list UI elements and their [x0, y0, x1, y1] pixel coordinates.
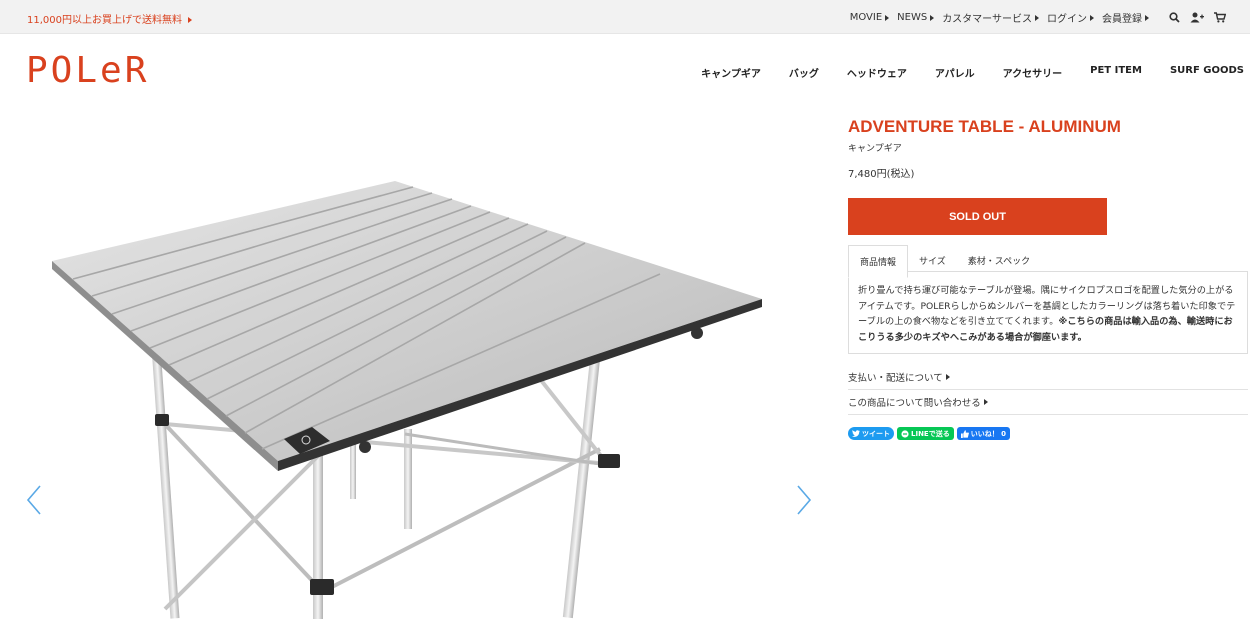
movie-link[interactable]: MOVIE	[850, 12, 890, 23]
nav-camp-gear[interactable]: キャンプギア	[701, 65, 761, 80]
poler-logo[interactable]: POLeR	[26, 50, 149, 91]
product-gallery	[0, 109, 840, 619]
nav-apparel[interactable]: アパレル	[935, 65, 975, 80]
nav-pet-item[interactable]: PET ITEM	[1090, 65, 1142, 80]
product-price: 7,480円(税込)	[848, 169, 915, 180]
nav-accessory[interactable]: アクセサリー	[1003, 65, 1063, 80]
tab-product-info[interactable]: 商品情報	[848, 245, 909, 278]
search-icon[interactable]	[1169, 12, 1180, 23]
register-link[interactable]: 会員登録	[1102, 10, 1149, 25]
top-bar: 11,000円以上お買上げで送料無料 MOVIE NEWS カスタマーサービス …	[0, 0, 1250, 34]
utility-nav: MOVIE NEWS カスタマーサービス ログイン 会員登録	[850, 10, 1226, 25]
caret-right-icon	[885, 14, 890, 21]
caret-right-icon	[930, 14, 935, 21]
caret-right-icon	[945, 374, 950, 380]
social-share: ツイート LINEで送る いいね！ 0	[848, 427, 1011, 440]
line-icon	[901, 429, 909, 438]
thumbs-up-icon	[960, 429, 969, 438]
caret-right-icon	[1145, 14, 1149, 21]
product-title: ADVENTURE TABLE - ALUMINUM	[848, 117, 1121, 136]
facebook-like-button[interactable]: いいね！ 0	[956, 427, 1011, 440]
tab-content: 折り畳んで持ち運び可能なテーブルが登場。隅にサイクロプスロゴを配置した気分の上が…	[848, 271, 1248, 354]
product-category[interactable]: キャンプギア	[848, 141, 902, 154]
caret-right-icon	[1035, 14, 1039, 21]
product-image	[52, 181, 762, 619]
tweet-button[interactable]: ツイート	[848, 427, 894, 440]
info-links: 支払い・配送について この商品について問い合わせる	[848, 365, 1248, 415]
line-share-button[interactable]: LINEで送る	[897, 427, 954, 440]
cart-icon[interactable]	[1214, 12, 1226, 23]
caret-right-icon	[188, 17, 193, 23]
twitter-bird-icon	[852, 430, 860, 437]
user-add-icon[interactable]	[1190, 12, 1204, 23]
prev-image-arrow-icon[interactable]	[26, 484, 42, 516]
customer-service-link[interactable]: カスタマーサービス	[942, 10, 1039, 25]
caret-right-icon	[983, 399, 988, 405]
main-nav: キャンプギア バッグ ヘッドウェア アパレル アクセサリー PET ITEM S…	[701, 65, 1244, 80]
site-header: POLeR キャンプギア バッグ ヘッドウェア アパレル アクセサリー PET …	[0, 34, 1250, 109]
payment-shipping-link[interactable]: 支払い・配送について	[848, 365, 1248, 390]
caret-right-icon	[1090, 14, 1094, 21]
nav-surf-goods[interactable]: SURF GOODS	[1170, 65, 1244, 80]
nav-headwear[interactable]: ヘッドウェア	[847, 65, 907, 80]
login-link[interactable]: ログイン	[1047, 10, 1094, 25]
inquiry-link[interactable]: この商品について問い合わせる	[848, 390, 1248, 415]
news-link[interactable]: NEWS	[897, 12, 935, 23]
free-shipping-promo[interactable]: 11,000円以上お買上げで送料無料	[27, 11, 193, 26]
next-image-arrow-icon[interactable]	[796, 484, 812, 516]
sold-out-button[interactable]: SOLD OUT	[848, 198, 1107, 235]
nav-bag[interactable]: バッグ	[789, 65, 819, 80]
